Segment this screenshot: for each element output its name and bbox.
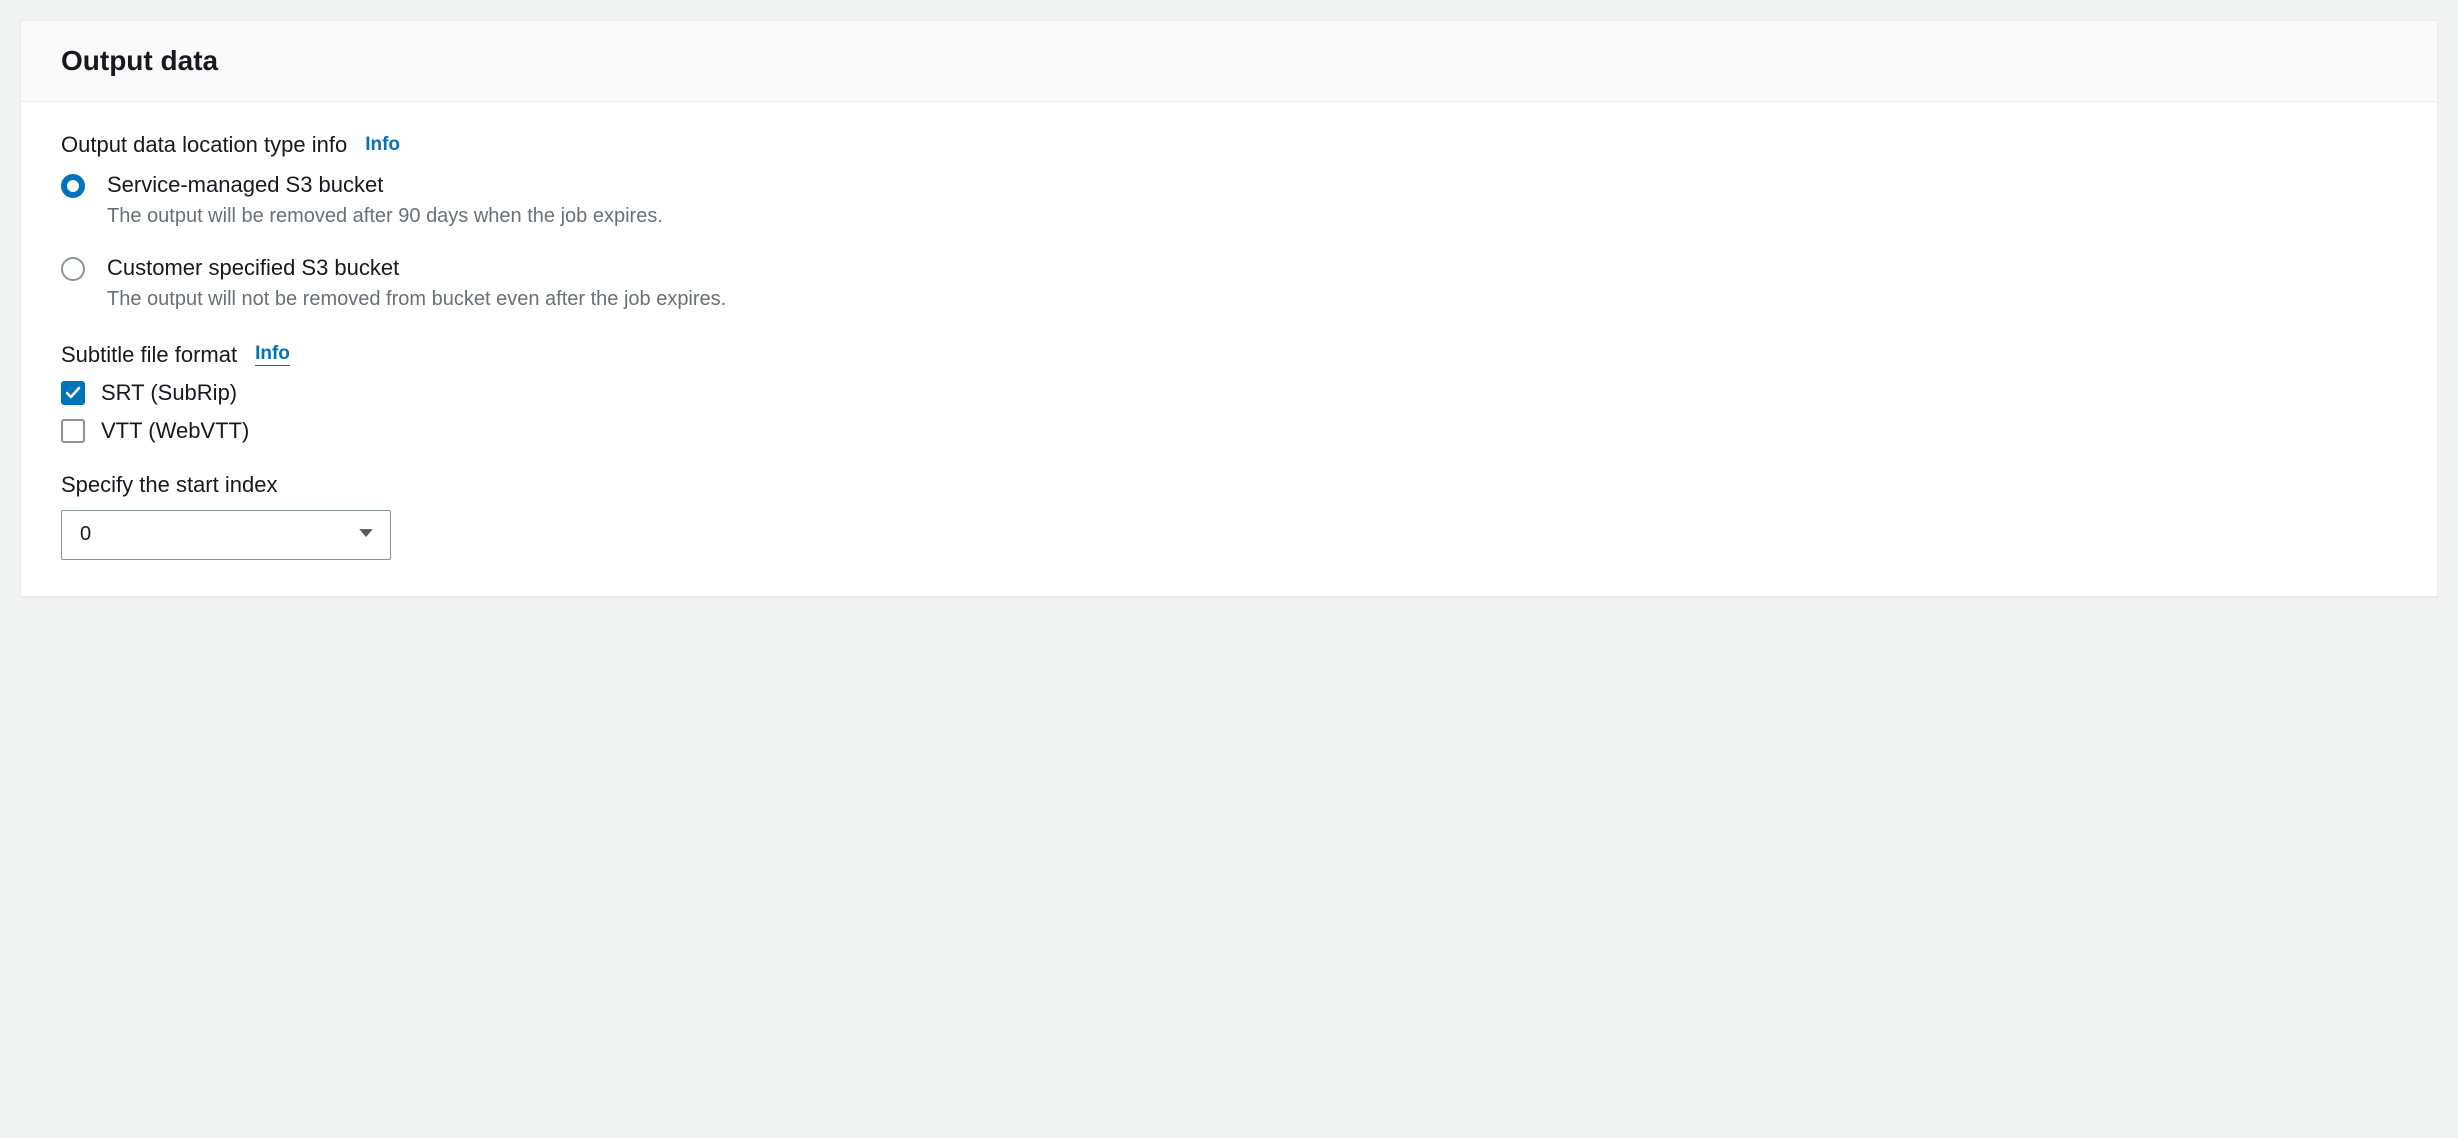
start-index-label: Specify the start index bbox=[61, 472, 277, 498]
output-location-label-row: Output data location type info Info bbox=[61, 132, 2397, 158]
radio-option-service-managed[interactable]: Service-managed S3 bucket The output wil… bbox=[61, 170, 2397, 231]
checkbox-option-srt[interactable]: SRT (SubRip) bbox=[61, 380, 2397, 406]
start-index-select[interactable]: 0 bbox=[61, 510, 391, 560]
checkbox-option-vtt[interactable]: VTT (WebVTT) bbox=[61, 418, 2397, 444]
checkbox-srt[interactable] bbox=[61, 381, 85, 405]
checkbox-label: VTT (WebVTT) bbox=[101, 418, 249, 444]
radio-title: Customer specified S3 bucket bbox=[107, 253, 726, 284]
output-location-info-link[interactable]: Info bbox=[365, 135, 400, 156]
panel-header: Output data bbox=[21, 21, 2437, 102]
radio-desc: The output will be removed after 90 days… bbox=[107, 201, 663, 231]
checkbox-label: SRT (SubRip) bbox=[101, 380, 237, 406]
radio-desc: The output will not be removed from buck… bbox=[107, 284, 726, 314]
start-index-select-wrap: 0 bbox=[61, 510, 391, 560]
radio-button-service-managed[interactable] bbox=[61, 174, 85, 198]
output-data-panel: Output data Output data location type in… bbox=[20, 20, 2438, 597]
output-location-label: Output data location type info bbox=[61, 132, 347, 158]
start-index-label-row: Specify the start index bbox=[61, 472, 2397, 498]
subtitle-format-label: Subtitle file format bbox=[61, 342, 237, 368]
radio-button-customer-specified[interactable] bbox=[61, 257, 85, 281]
panel-body: Output data location type info Info Serv… bbox=[21, 102, 2437, 596]
checkbox-vtt[interactable] bbox=[61, 419, 85, 443]
radio-option-customer-specified[interactable]: Customer specified S3 bucket The output … bbox=[61, 253, 2397, 314]
radio-text: Service-managed S3 bucket The output wil… bbox=[107, 170, 663, 231]
subtitle-format-label-row: Subtitle file format Info bbox=[61, 342, 2397, 368]
start-index-value: 0 bbox=[80, 523, 91, 546]
subtitle-format-info-link[interactable]: Info bbox=[255, 344, 290, 366]
radio-text: Customer specified S3 bucket The output … bbox=[107, 253, 726, 314]
check-icon bbox=[65, 385, 81, 401]
radio-title: Service-managed S3 bucket bbox=[107, 170, 663, 201]
panel-title: Output data bbox=[61, 45, 2397, 77]
